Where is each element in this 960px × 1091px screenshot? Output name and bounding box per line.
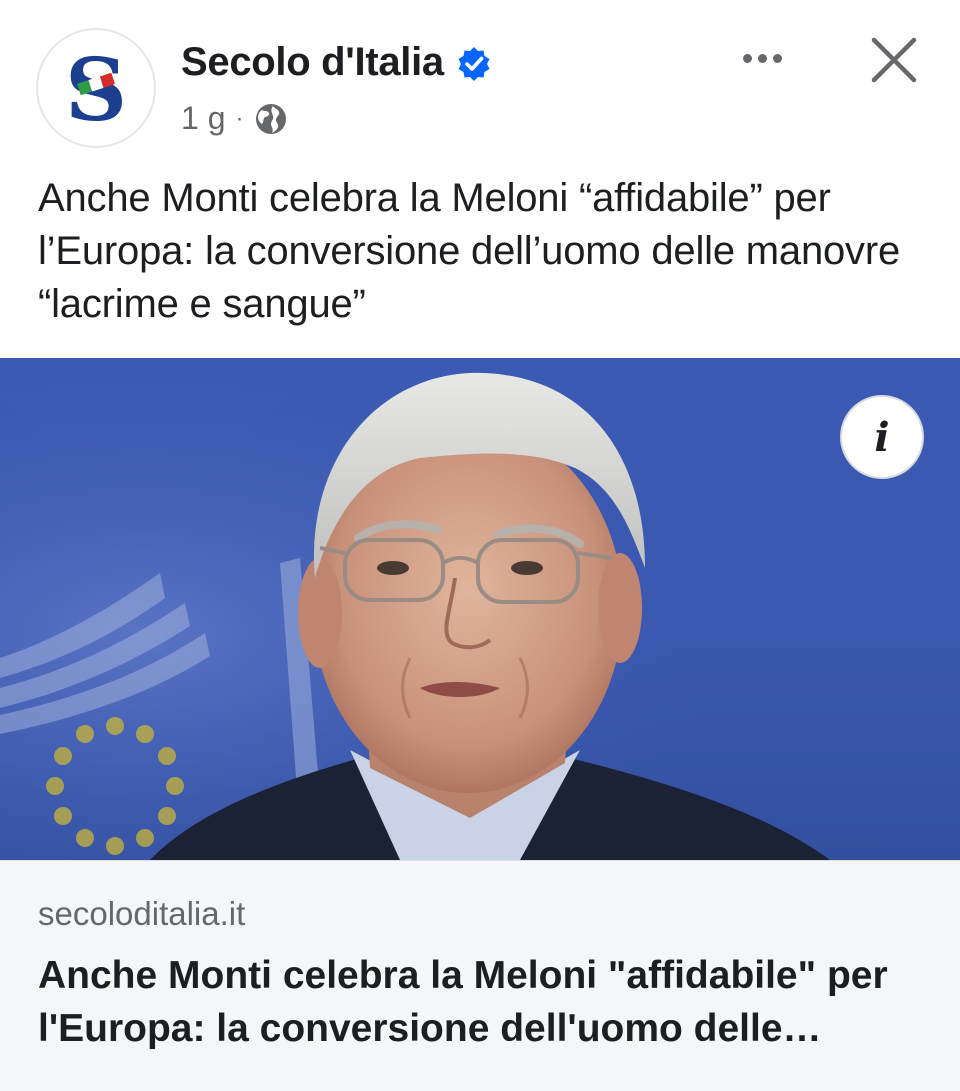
more-dot — [757, 53, 767, 63]
portrait-photo — [0, 358, 960, 860]
globe-icon[interactable] — [253, 101, 289, 137]
post-meta: 1 g · — [181, 100, 289, 137]
post-caption: Anche Monti celebra la Meloni “affidabil… — [38, 176, 901, 326]
secolo-logo-icon: S — [65, 40, 127, 136]
meta-separator: · — [235, 104, 244, 132]
page-name[interactable]: Secolo d'Italia — [181, 40, 444, 85]
link-domain: secoloditalia.it — [38, 895, 246, 932]
more-options-button[interactable] — [732, 36, 792, 80]
link-preview[interactable]: secoloditalia.it Anche Monti celebra la … — [0, 860, 960, 1091]
link-preview-image[interactable]: i — [0, 358, 960, 860]
page-avatar[interactable]: S — [36, 28, 156, 148]
info-button[interactable]: i — [840, 395, 924, 479]
more-dot — [742, 53, 752, 63]
facebook-post: S Secolo d'Italia 1 g · — [0, 0, 960, 1091]
verified-badge-icon — [458, 46, 490, 81]
close-icon[interactable] — [866, 32, 922, 88]
info-icon: i — [874, 413, 890, 461]
post-timestamp[interactable]: 1 g — [181, 100, 225, 137]
more-dot — [772, 53, 782, 63]
link-title[interactable]: Anche Monti celebra la Meloni "affidabil… — [38, 949, 910, 1055]
page-name-link[interactable]: Secolo d'Italia — [181, 40, 492, 85]
